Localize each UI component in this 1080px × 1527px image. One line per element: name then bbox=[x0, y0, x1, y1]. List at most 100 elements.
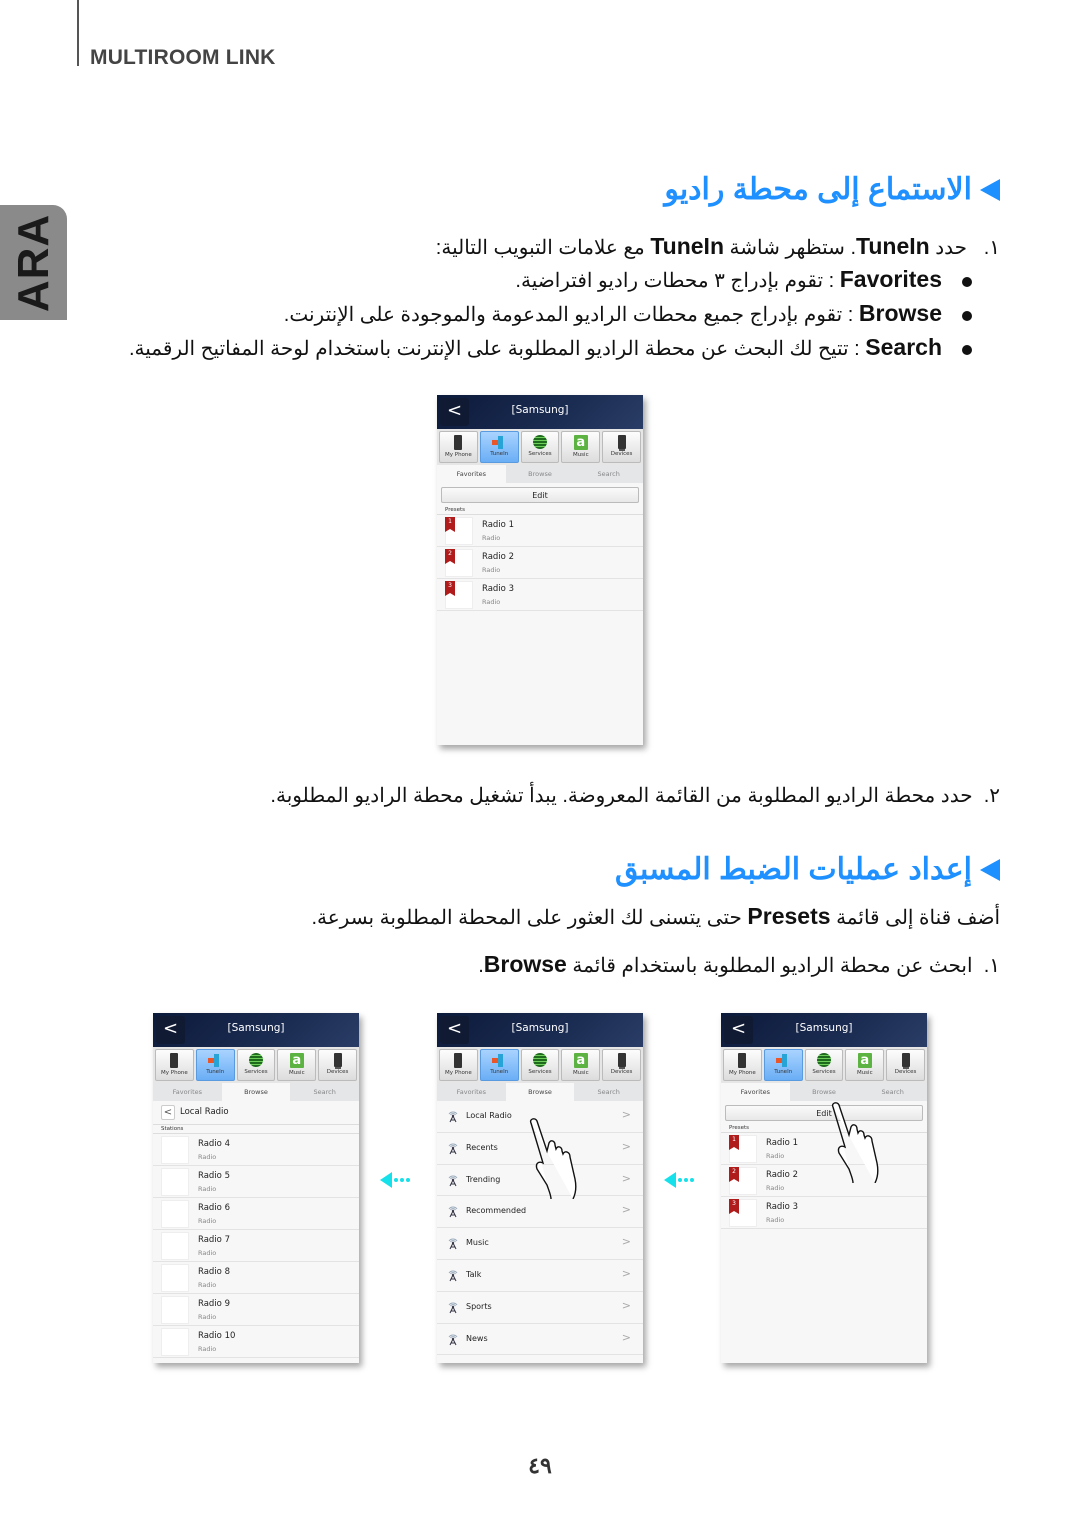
edit-button[interactable]: Edit bbox=[725, 1105, 923, 1121]
source-tunein[interactable]: TuneIn bbox=[763, 1049, 803, 1081]
source-services[interactable]: Services bbox=[804, 1049, 844, 1081]
station-name: Radio 5 bbox=[198, 1171, 230, 1181]
source-label: TuneIn bbox=[490, 1069, 509, 1075]
services-icon bbox=[532, 435, 547, 449]
tab-search[interactable]: Search bbox=[574, 465, 643, 483]
source-devices[interactable]: Devices bbox=[318, 1049, 357, 1081]
tab-favorites[interactable]: Favorites bbox=[437, 465, 506, 483]
language-tab-label: ARA bbox=[8, 213, 58, 312]
category-label: Local Radio bbox=[466, 1111, 512, 1120]
local-radio-header[interactable]: < Local Radio bbox=[153, 1101, 359, 1125]
source-tunein[interactable]: TuneIn bbox=[195, 1049, 235, 1081]
tab-search[interactable]: Search bbox=[858, 1083, 927, 1101]
preset-row[interactable]: 3 Radio 3 Radio bbox=[437, 579, 643, 611]
source-bar: My Phone TuneIn Services a Music Devices bbox=[437, 429, 643, 465]
term-browse: Browse bbox=[483, 951, 567, 977]
source-services[interactable]: Services bbox=[236, 1049, 276, 1081]
source-label: Devices bbox=[326, 1069, 349, 1075]
source-music[interactable]: a Music bbox=[277, 1049, 317, 1081]
station-row[interactable]: Radio 6 Radio bbox=[153, 1198, 359, 1230]
station-row[interactable]: Radio 4 Radio bbox=[153, 1134, 359, 1166]
station-name: Radio 10 bbox=[198, 1331, 236, 1341]
tunein-icon bbox=[776, 1053, 790, 1067]
bullet-text: : تقوم بإدراج ٣ محطات راديو افتراضية. bbox=[515, 270, 840, 292]
source-music[interactable]: a Music bbox=[561, 1049, 601, 1081]
preset-row[interactable]: 1 Radio 1 Radio bbox=[437, 515, 643, 547]
tab-bar: Favorites Browse Search bbox=[153, 1083, 359, 1101]
station-type: Radio bbox=[198, 1313, 217, 1321]
header-rule bbox=[77, 0, 79, 66]
tab-favorites[interactable]: Favorites bbox=[153, 1083, 222, 1101]
stations-label: Stations bbox=[153, 1125, 359, 1134]
source-my-phone[interactable]: My Phone bbox=[723, 1049, 762, 1081]
tab-browse[interactable]: Browse bbox=[506, 465, 575, 483]
tab-favorites[interactable]: Favorites bbox=[437, 1083, 506, 1101]
tab-search[interactable]: Search bbox=[574, 1083, 643, 1101]
bullet-text: : تقوم بإدراج جميع محطات الراديو المدعوم… bbox=[283, 304, 859, 326]
edit-button[interactable]: Edit bbox=[441, 487, 639, 503]
devices-icon bbox=[617, 1053, 626, 1067]
preset-row[interactable]: 2 Radio 2 Radio bbox=[437, 547, 643, 579]
preset-badge-icon: 2 bbox=[445, 549, 455, 564]
source-label: TuneIn bbox=[774, 1069, 793, 1075]
source-services[interactable]: Services bbox=[520, 1049, 560, 1081]
source-music[interactable]: a Music bbox=[845, 1049, 885, 1081]
category-row[interactable]: Talk > bbox=[437, 1260, 643, 1292]
station-name: Radio 1 bbox=[482, 520, 514, 530]
source-my-phone[interactable]: My Phone bbox=[439, 431, 478, 463]
category-label: Sports bbox=[466, 1301, 492, 1311]
station-name: Radio 2 bbox=[766, 1170, 798, 1180]
antenna-icon bbox=[448, 1334, 458, 1345]
station-name: Radio 7 bbox=[198, 1235, 230, 1245]
tap-hand-icon bbox=[529, 1118, 577, 1199]
tab-bar: Favorites Browse Search bbox=[437, 1083, 643, 1101]
station-name: Radio 4 bbox=[198, 1139, 230, 1149]
music-icon: a bbox=[289, 1053, 304, 1068]
tab-bar: Favorites Browse Search bbox=[721, 1083, 927, 1101]
heading-listen-radio: الاستماع إلى محطة راديو bbox=[664, 172, 1000, 207]
station-row[interactable]: Radio 8 Radio bbox=[153, 1262, 359, 1294]
station-row[interactable]: Radio 5 Radio bbox=[153, 1166, 359, 1198]
station-row[interactable]: Radio 7 Radio bbox=[153, 1230, 359, 1262]
source-label: Devices bbox=[610, 451, 633, 457]
music-icon: a bbox=[857, 1053, 872, 1068]
app-header: < [Samsung] bbox=[437, 395, 643, 429]
phone-screenshot-stations: < [Samsung] My Phone TuneIn Services a Music De… bbox=[153, 1013, 359, 1363]
source-devices[interactable]: Devices bbox=[886, 1049, 925, 1081]
tab-search[interactable]: Search bbox=[290, 1083, 359, 1101]
category-row[interactable]: Music > bbox=[437, 1228, 643, 1260]
my-phone-icon bbox=[454, 435, 463, 450]
tab-browse[interactable]: Browse bbox=[505, 1083, 575, 1101]
source-label: My Phone bbox=[445, 1070, 472, 1076]
step-number: ١. bbox=[983, 237, 1000, 259]
source-music[interactable]: a Music bbox=[561, 431, 601, 463]
tunein-icon bbox=[208, 1053, 222, 1067]
source-my-phone[interactable]: My Phone bbox=[155, 1049, 194, 1081]
chevron-right-icon: > bbox=[621, 1108, 631, 1121]
source-devices[interactable]: Devices bbox=[602, 431, 641, 463]
term-tunein: TuneIn bbox=[856, 233, 930, 259]
station-type: Radio bbox=[482, 598, 501, 606]
tab-favorites[interactable]: Favorites bbox=[721, 1083, 790, 1101]
app-header: < [Samsung] bbox=[721, 1013, 927, 1047]
tab-browse[interactable]: Browse bbox=[790, 1083, 859, 1101]
preset-row[interactable]: 1 Radio 1 Radio bbox=[721, 1133, 927, 1165]
source-devices[interactable]: Devices bbox=[602, 1049, 641, 1081]
source-tunein[interactable]: TuneIn bbox=[479, 431, 519, 463]
preset-row[interactable]: 3 Radio 3 Radio bbox=[721, 1197, 927, 1229]
category-row[interactable]: Sports > bbox=[437, 1292, 643, 1324]
heading-presets: إعداد عمليات الضبط المسبق bbox=[615, 852, 1000, 887]
source-my-phone[interactable]: My Phone bbox=[439, 1049, 478, 1081]
category-label: Music bbox=[466, 1238, 489, 1248]
bullet-browse: Browse : تقوم بإدراج جميع محطات الراديو … bbox=[284, 300, 972, 327]
category-row[interactable]: News > bbox=[437, 1324, 643, 1356]
source-services[interactable]: Services bbox=[520, 431, 560, 463]
source-tunein[interactable]: TuneIn bbox=[479, 1049, 519, 1081]
category-row[interactable]: Recommended > bbox=[437, 1196, 643, 1229]
station-row[interactable]: Radio 9 Radio bbox=[153, 1294, 359, 1326]
app-header: < [Samsung] bbox=[153, 1013, 359, 1047]
station-row[interactable]: Radio 10 Radio bbox=[153, 1326, 359, 1358]
tab-browse[interactable]: Browse bbox=[221, 1083, 291, 1101]
preset-row[interactable]: 2 Radio 2 Radio bbox=[721, 1165, 927, 1197]
back-chevron-icon[interactable]: < bbox=[161, 1105, 175, 1120]
